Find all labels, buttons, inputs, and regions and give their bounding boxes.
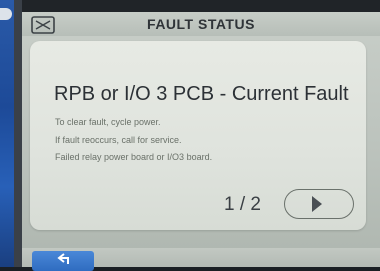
- fault-description-line: Failed relay power board or I/O3 board.: [55, 152, 213, 162]
- device-screen: FAULT STATUS RPB or I/O 3 PCB - Current …: [22, 0, 380, 271]
- play-arrow-icon: [312, 196, 322, 212]
- fault-title: RPB or I/O 3 PCB - Current Fault: [54, 83, 349, 105]
- page-title: FAULT STATUS: [147, 16, 255, 32]
- device-bezel: [14, 0, 22, 267]
- desktop-wallpaper-strip: [0, 0, 14, 267]
- next-page-button[interactable]: [284, 189, 354, 219]
- window-corner: [0, 8, 12, 20]
- fault-instruction-line: To clear fault, cycle power.: [55, 117, 161, 127]
- header-bar: FAULT STATUS: [22, 12, 380, 36]
- fault-instruction-line: If fault reoccurs, call for service.: [55, 135, 182, 145]
- page-indicator: 1 / 2: [224, 194, 261, 215]
- back-arrow-icon: [57, 253, 69, 264]
- back-button[interactable]: [32, 251, 94, 271]
- screen-top-edge: [22, 0, 380, 12]
